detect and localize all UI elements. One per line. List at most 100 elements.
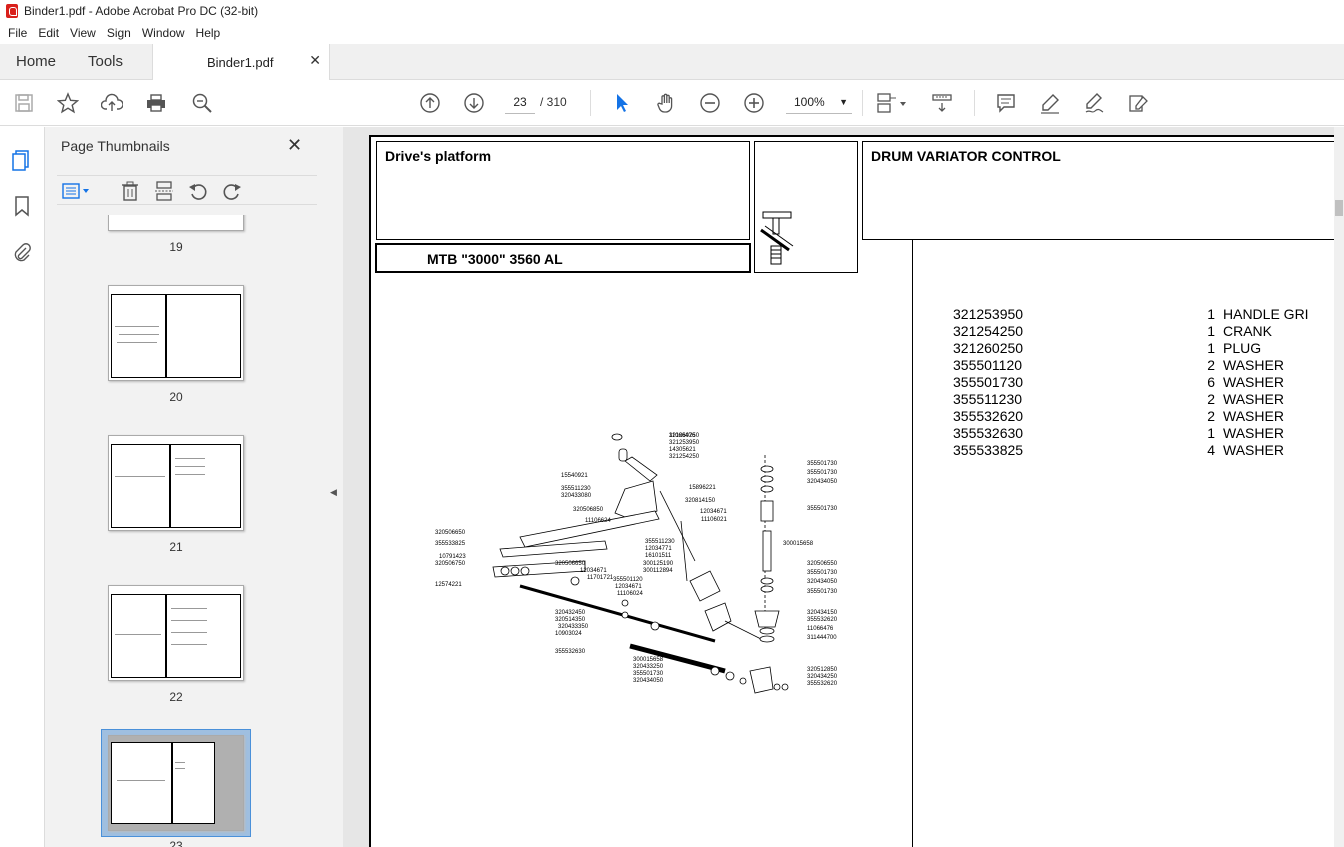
toolbar-divider: [862, 90, 863, 116]
parts-list: 321253950 1 HANDLE GRI 321254250 1 CRANK…: [953, 306, 1344, 466]
toolbar-divider: [974, 90, 975, 116]
part-callout-label: 355511230: [645, 539, 675, 545]
part-callout-label: 12034771: [645, 546, 672, 552]
part-description: WASHER: [1223, 391, 1284, 407]
fill-sign-icon[interactable]: [1126, 91, 1150, 115]
thumbnail-divider: [169, 444, 171, 528]
menu-file[interactable]: File: [4, 26, 31, 40]
part-quantity: 1: [1207, 306, 1215, 322]
document-scrollbar[interactable]: [1334, 127, 1344, 847]
part-description: WASHER: [1223, 357, 1284, 373]
part-callout-label: 320506850: [573, 507, 604, 513]
thumbnail-page[interactable]: [108, 285, 244, 381]
page-thumbnails-icon[interactable]: [11, 149, 33, 171]
thumbnail-page[interactable]: [108, 435, 244, 531]
thumbnail-diagram: [115, 326, 159, 327]
menu-edit[interactable]: Edit: [34, 26, 63, 40]
menu-sign[interactable]: Sign: [103, 26, 135, 40]
part-quantity: 2: [1207, 357, 1215, 373]
zoom-search-icon[interactable]: [190, 91, 214, 115]
close-tab-icon[interactable]: ✕: [309, 52, 321, 69]
thumbnail-options-icon[interactable]: [61, 180, 93, 202]
rotate-clockwise-icon[interactable]: [221, 180, 243, 202]
part-callout-label: 12034671: [580, 568, 607, 574]
tab-tools[interactable]: Tools: [88, 44, 123, 80]
attachment-paperclip-icon[interactable]: [11, 241, 33, 263]
comment-icon[interactable]: [994, 91, 1018, 115]
page-total: / 310: [540, 95, 567, 109]
part-callout-label: 14305621: [669, 447, 696, 453]
thumbnail-label: 23: [169, 839, 183, 847]
exploded-parts-diagram: 321260250 321253950 14305621 321254250 15540…: [425, 431, 845, 701]
thumbnail-page[interactable]: [108, 585, 244, 681]
menu-help[interactable]: Help: [192, 26, 225, 40]
part-callout-label: 12034671: [615, 584, 642, 590]
part-callout-label: 300125190: [643, 561, 674, 567]
part-callout-label: 320506550: [807, 561, 838, 567]
part-callout-label: 320434250: [807, 674, 838, 680]
part-callout-label: 10791423: [439, 554, 466, 560]
next-page-icon[interactable]: [462, 91, 486, 115]
part-callout-label: 321254250: [669, 454, 700, 460]
zoom-out-icon[interactable]: [698, 91, 722, 115]
extract-pages-icon[interactable]: [153, 180, 175, 202]
document-viewer[interactable]: Drive's platform MTB "3000" 3560 AL DRUM…: [343, 127, 1344, 847]
part-callout-label: 320814150: [685, 498, 716, 504]
zoom-in-icon[interactable]: [742, 91, 766, 115]
thumbnail-label: 22: [169, 690, 183, 704]
upload-cloud-icon[interactable]: [100, 91, 124, 115]
thumbnail-page-current[interactable]: [108, 735, 244, 831]
part-quantity: 2: [1207, 391, 1215, 407]
delete-page-icon[interactable]: [119, 180, 141, 202]
highlight-pen-icon[interactable]: [1038, 91, 1062, 115]
panel-collapse-handle[interactable]: ◀: [326, 127, 343, 847]
save-icon[interactable]: [12, 91, 36, 115]
page-number-input[interactable]: 23: [505, 90, 535, 114]
part-callout-label: 320433350: [558, 624, 589, 630]
model-box: MTB "3000" 3560 AL: [375, 243, 751, 273]
part-callout-label: 321253950: [669, 440, 700, 446]
zoom-level-dropdown[interactable]: 100% ▼: [786, 90, 852, 114]
menu-window[interactable]: Window: [138, 26, 189, 40]
part-callout-label: 300015658: [783, 541, 814, 547]
star-icon[interactable]: [56, 91, 80, 115]
part-callout-label: 355501730: [807, 570, 838, 576]
chevron-down-icon: ▼: [839, 97, 848, 107]
part-description: WASHER: [1223, 425, 1284, 441]
part-callout-label: 15540921: [561, 473, 588, 479]
previous-page-icon[interactable]: [418, 91, 442, 115]
part-callout-label: 320514350: [555, 617, 586, 623]
thumbnail-page[interactable]: [108, 215, 244, 231]
scroll-mode-icon[interactable]: [930, 91, 954, 115]
part-quantity: 1: [1207, 425, 1215, 441]
drawing-title: DRUM VARIATOR CONTROL: [871, 148, 1061, 164]
tab-document[interactable]: Binder1.pdf ✕: [152, 44, 330, 81]
draw-sign-icon[interactable]: [1082, 91, 1106, 115]
hand-tool-icon[interactable]: [654, 91, 678, 115]
thumbnail-frame: [111, 444, 241, 528]
thumbnail-label: 21: [169, 540, 183, 554]
page-display-icon[interactable]: [876, 91, 910, 115]
document-tab-label: Binder1.pdf: [207, 55, 274, 70]
part-callout-label: 10903024: [555, 631, 582, 637]
part-callout-label: 355511230: [561, 486, 591, 492]
document-scrollbar-thumb[interactable]: [1335, 200, 1343, 216]
part-callout-label: 355501120: [613, 577, 643, 583]
bookmark-icon[interactable]: [11, 195, 33, 217]
rotate-counterclockwise-icon[interactable]: [187, 180, 209, 202]
thumbnail-frame: [111, 742, 215, 824]
select-cursor-icon[interactable]: [610, 91, 634, 115]
print-icon[interactable]: [144, 91, 168, 115]
page-thumbnails-panel: Page Thumbnails ✕ 19 20 21 22 23: [45, 127, 361, 847]
chevron-left-icon: ◀: [330, 487, 337, 497]
part-callout-label: 355501730: [807, 506, 838, 512]
close-panel-icon[interactable]: ✕: [287, 135, 302, 156]
part-callout-label: 320434050: [633, 678, 664, 684]
menu-view[interactable]: View: [66, 26, 100, 40]
part-quantity: 4: [1207, 442, 1215, 458]
part-quantity: 1: [1207, 323, 1215, 339]
tab-home[interactable]: Home: [16, 44, 56, 80]
part-callout-label: 320506650: [435, 530, 466, 536]
part-callout-label: 11106021: [701, 517, 727, 523]
main-toolbar: 23 / 310 100% ▼: [0, 80, 1344, 126]
